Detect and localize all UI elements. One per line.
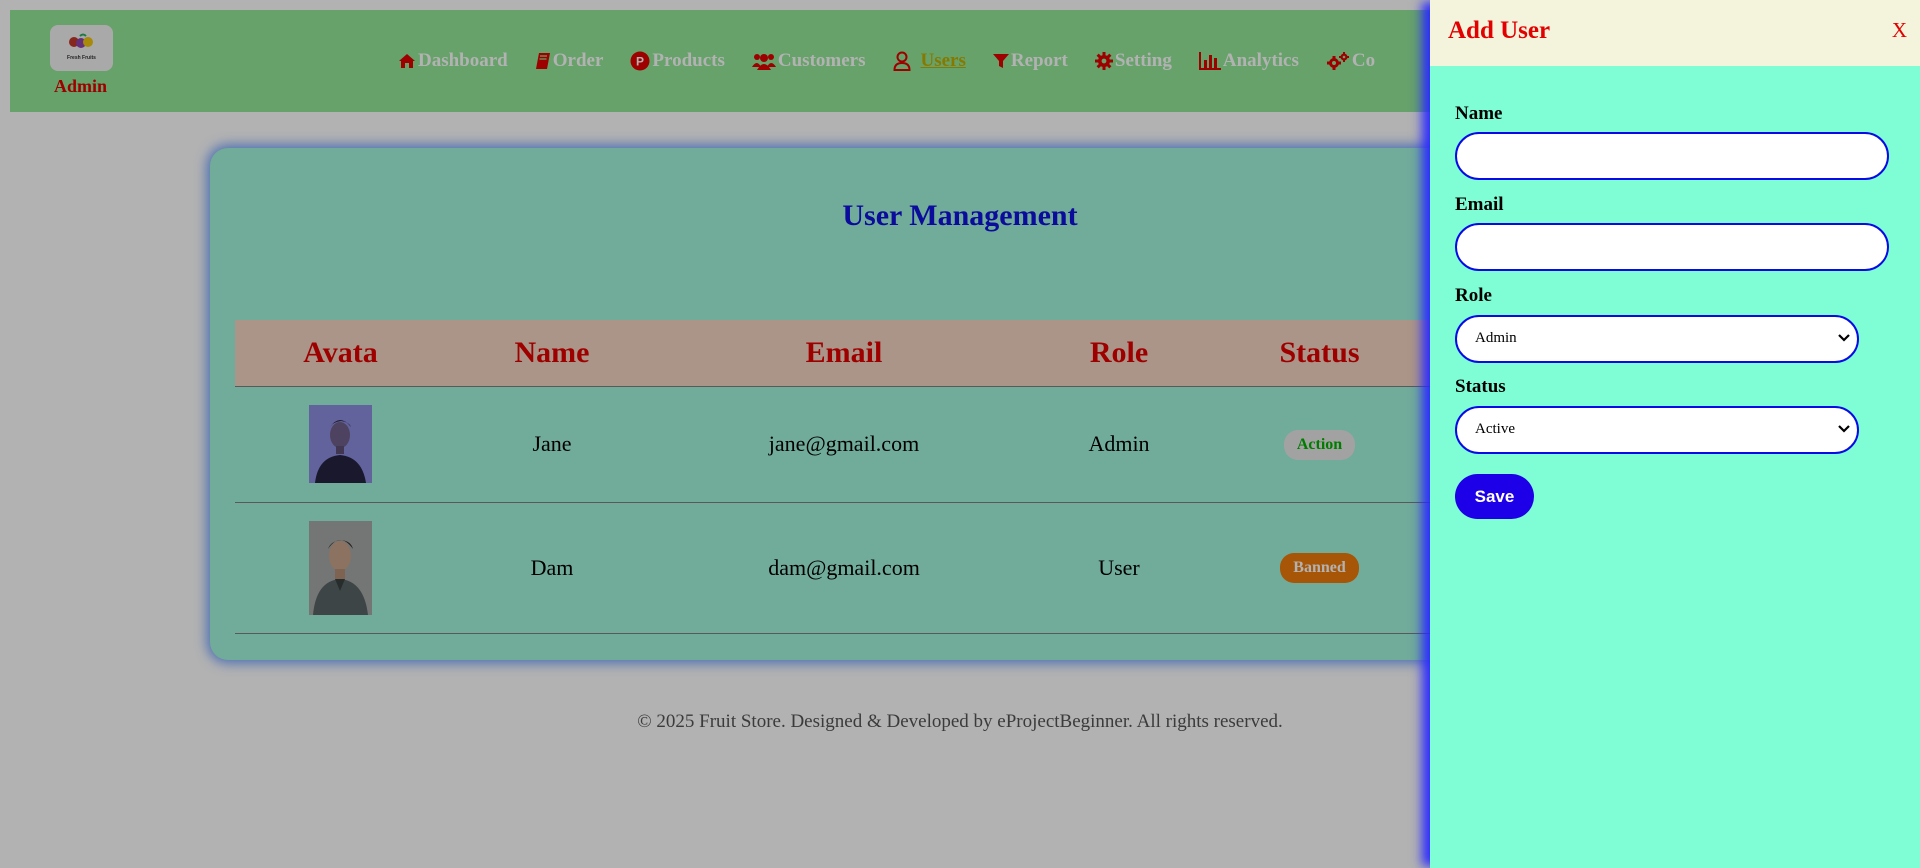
status-select[interactable]: Active: [1455, 406, 1859, 454]
name-label: Name: [1455, 103, 1503, 124]
status-select-value: Active: [1475, 421, 1515, 437]
save-button[interactable]: Save: [1455, 474, 1534, 519]
chevron-down-icon: [1838, 334, 1850, 342]
add-user-drawer: Add User X Name Email Role Admin Status …: [1430, 0, 1920, 868]
role-select[interactable]: Admin: [1455, 315, 1859, 363]
email-field[interactable]: [1455, 223, 1889, 271]
status-label: Status: [1455, 376, 1506, 397]
role-select-value: Admin: [1475, 330, 1517, 346]
chevron-down-icon: [1838, 425, 1850, 433]
role-label: Role: [1455, 285, 1492, 306]
close-button[interactable]: X: [1892, 18, 1907, 43]
name-field[interactable]: [1455, 132, 1889, 180]
email-label: Email: [1455, 194, 1504, 215]
drawer-header: Add User X: [1430, 0, 1920, 66]
drawer-title: Add User: [1448, 17, 1551, 44]
